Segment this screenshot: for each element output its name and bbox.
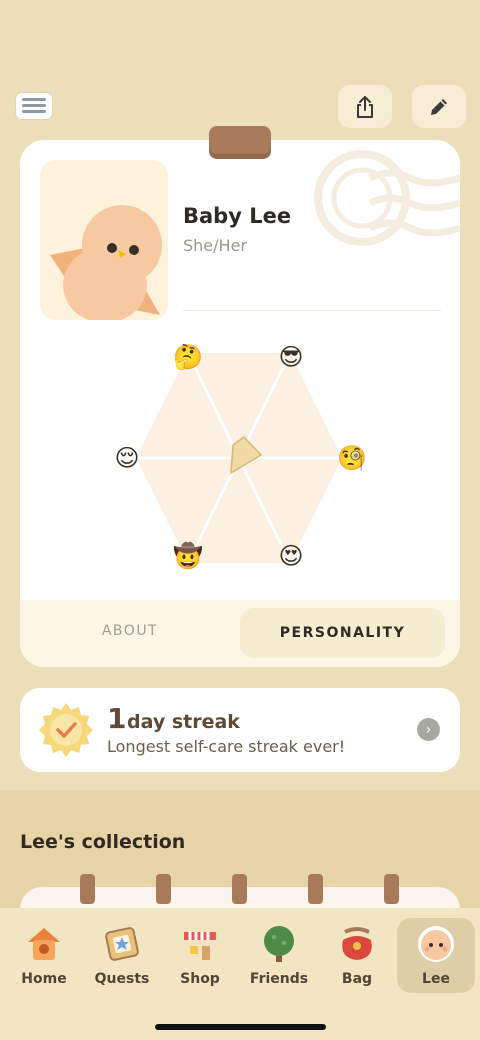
nav-home[interactable]: Home [5,918,83,993]
tree-icon [264,926,294,962]
heart-eyes-face-icon: 😍 [278,542,304,570]
thinking-face-icon: 🤔 [173,343,203,371]
relieved-face-icon: 😌 [114,444,140,472]
edit-button[interactable] [412,85,466,128]
shelf-peg [308,874,323,904]
collection-title: Lee's collection [20,831,186,853]
cowboy-face-icon: 🤠 [173,542,203,570]
nav-shop[interactable]: Shop [161,918,239,993]
menu-line [22,98,46,101]
profile-card: Baby Lee She/Her 🤔 😎 🧐 😍 🤠 😌 ABOUT PERSO… [20,140,460,667]
tab-personality[interactable]: PERSONALITY [240,608,445,658]
nav-bag[interactable]: Bag [318,918,396,993]
share-button[interactable] [338,85,392,128]
stamp-decoration-icon [314,150,460,246]
shelf-peg [156,874,171,904]
bottom-nav: Home Quests Shop Friends Bag Lee [0,908,480,1040]
streak-label: day streak [127,711,240,733]
menu-button[interactable] [16,93,52,119]
share-icon [357,95,373,118]
baby-bird-icon [50,205,162,320]
tab-about[interactable]: ABOUT [20,606,240,656]
birdhouse-icon [28,928,60,960]
bird-face-icon [418,926,454,962]
shop-icon [184,932,216,960]
nav-label-shop: Shop [180,971,220,987]
nav-label-bag: Bag [341,971,373,987]
menu-line [22,104,46,107]
streak-count: 1 [107,702,127,735]
avatar[interactable] [40,160,168,320]
profile-name: Baby Lee [183,204,292,228]
profile-pronouns: She/Her [183,236,247,255]
pencil-icon [431,98,447,115]
nav-label-lee: Lee [422,971,450,987]
home-indicator[interactable] [155,1024,326,1030]
shelf-peg [232,874,247,904]
shelf-peg [80,874,95,904]
nav-friends[interactable]: Friends [240,918,318,993]
card-clip [209,126,271,159]
nav-label-quests: Quests [94,971,150,987]
chevron-right-icon[interactable]: › [417,718,440,741]
streak-subtitle: Longest self-care streak ever! [107,737,346,756]
personality-hexagon [136,352,342,564]
nav-label-home: Home [21,971,67,987]
sunglasses-face-icon: 😎 [278,343,304,371]
shelf-peg [384,874,399,904]
monocle-face-icon: 🧐 [337,444,367,472]
streak-card[interactable]: 1 day streak Longest self-care streak ev… [20,688,460,772]
divider [183,310,441,311]
nav-lee[interactable]: Lee [397,918,475,993]
quest-scroll-icon [105,927,139,961]
menu-line [22,110,46,113]
nav-label-friends: Friends [249,971,309,987]
profile-tabs: ABOUT PERSONALITY [20,600,460,667]
bag-icon [342,927,372,960]
nav-quests[interactable]: Quests [83,918,161,993]
streak-badge-icon [39,703,93,757]
